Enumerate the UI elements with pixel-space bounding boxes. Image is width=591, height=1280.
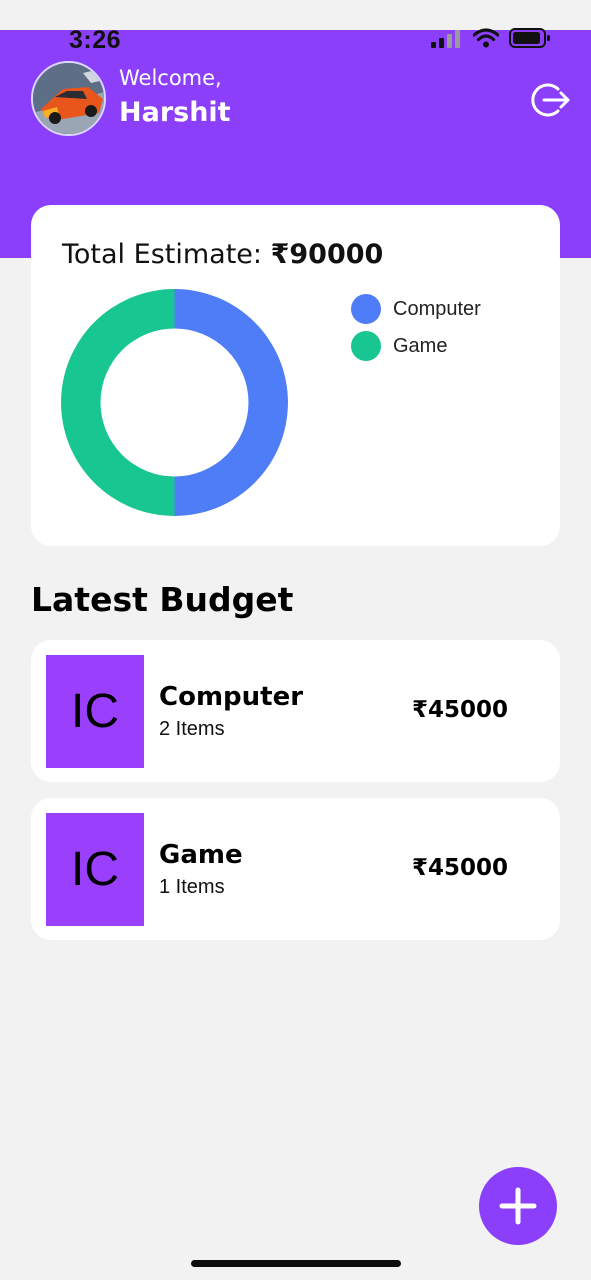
donut-chart [61,289,288,516]
estimate-card: Total Estimate: ₹90000 Computer Game [31,205,560,546]
budget-thumbnail: IC [46,655,144,768]
estimate-title: Total Estimate: ₹90000 [62,239,383,270]
estimate-label: Total Estimate: [62,239,271,270]
budget-amount: ₹45000 [412,697,509,723]
legend-label: Game [393,334,448,357]
legend-item-computer: Computer [351,291,481,327]
logout-icon [531,83,570,117]
logout-button[interactable] [530,80,570,120]
status-time: 3:26 [69,26,122,54]
legend-item-game: Game [351,328,481,364]
estimate-total: ₹90000 [270,239,384,270]
status-icons [431,28,551,48]
section-title: Latest Budget [31,580,294,619]
welcome-label: Welcome, [119,66,222,90]
legend-label: Computer [393,297,481,320]
budget-amount: ₹45000 [412,855,509,881]
budget-name: Game [159,840,243,870]
donut-slice-game [61,289,175,516]
legend-dot [351,294,381,324]
signal-icon [431,30,460,48]
avatar[interactable] [31,61,106,136]
add-budget-button[interactable] [479,1167,557,1245]
wifi-icon [473,28,499,48]
budget-item-count: 2 Items [159,718,225,740]
budget-thumbnail: IC [46,813,144,926]
budget-name: Computer [159,682,304,712]
chart-legend: Computer Game [351,291,481,365]
plus-icon [499,1187,537,1225]
home-indicator [191,1260,401,1267]
budget-item-count: 1 Items [159,876,225,898]
user-name: Harshit [119,97,231,128]
budget-card-game[interactable]: IC Game 1 Items ₹45000 [31,798,560,940]
donut-slice-computer [174,289,288,516]
legend-dot [351,331,381,361]
battery-icon [509,28,550,48]
budget-card-computer[interactable]: IC Computer 2 Items ₹45000 [31,640,560,782]
